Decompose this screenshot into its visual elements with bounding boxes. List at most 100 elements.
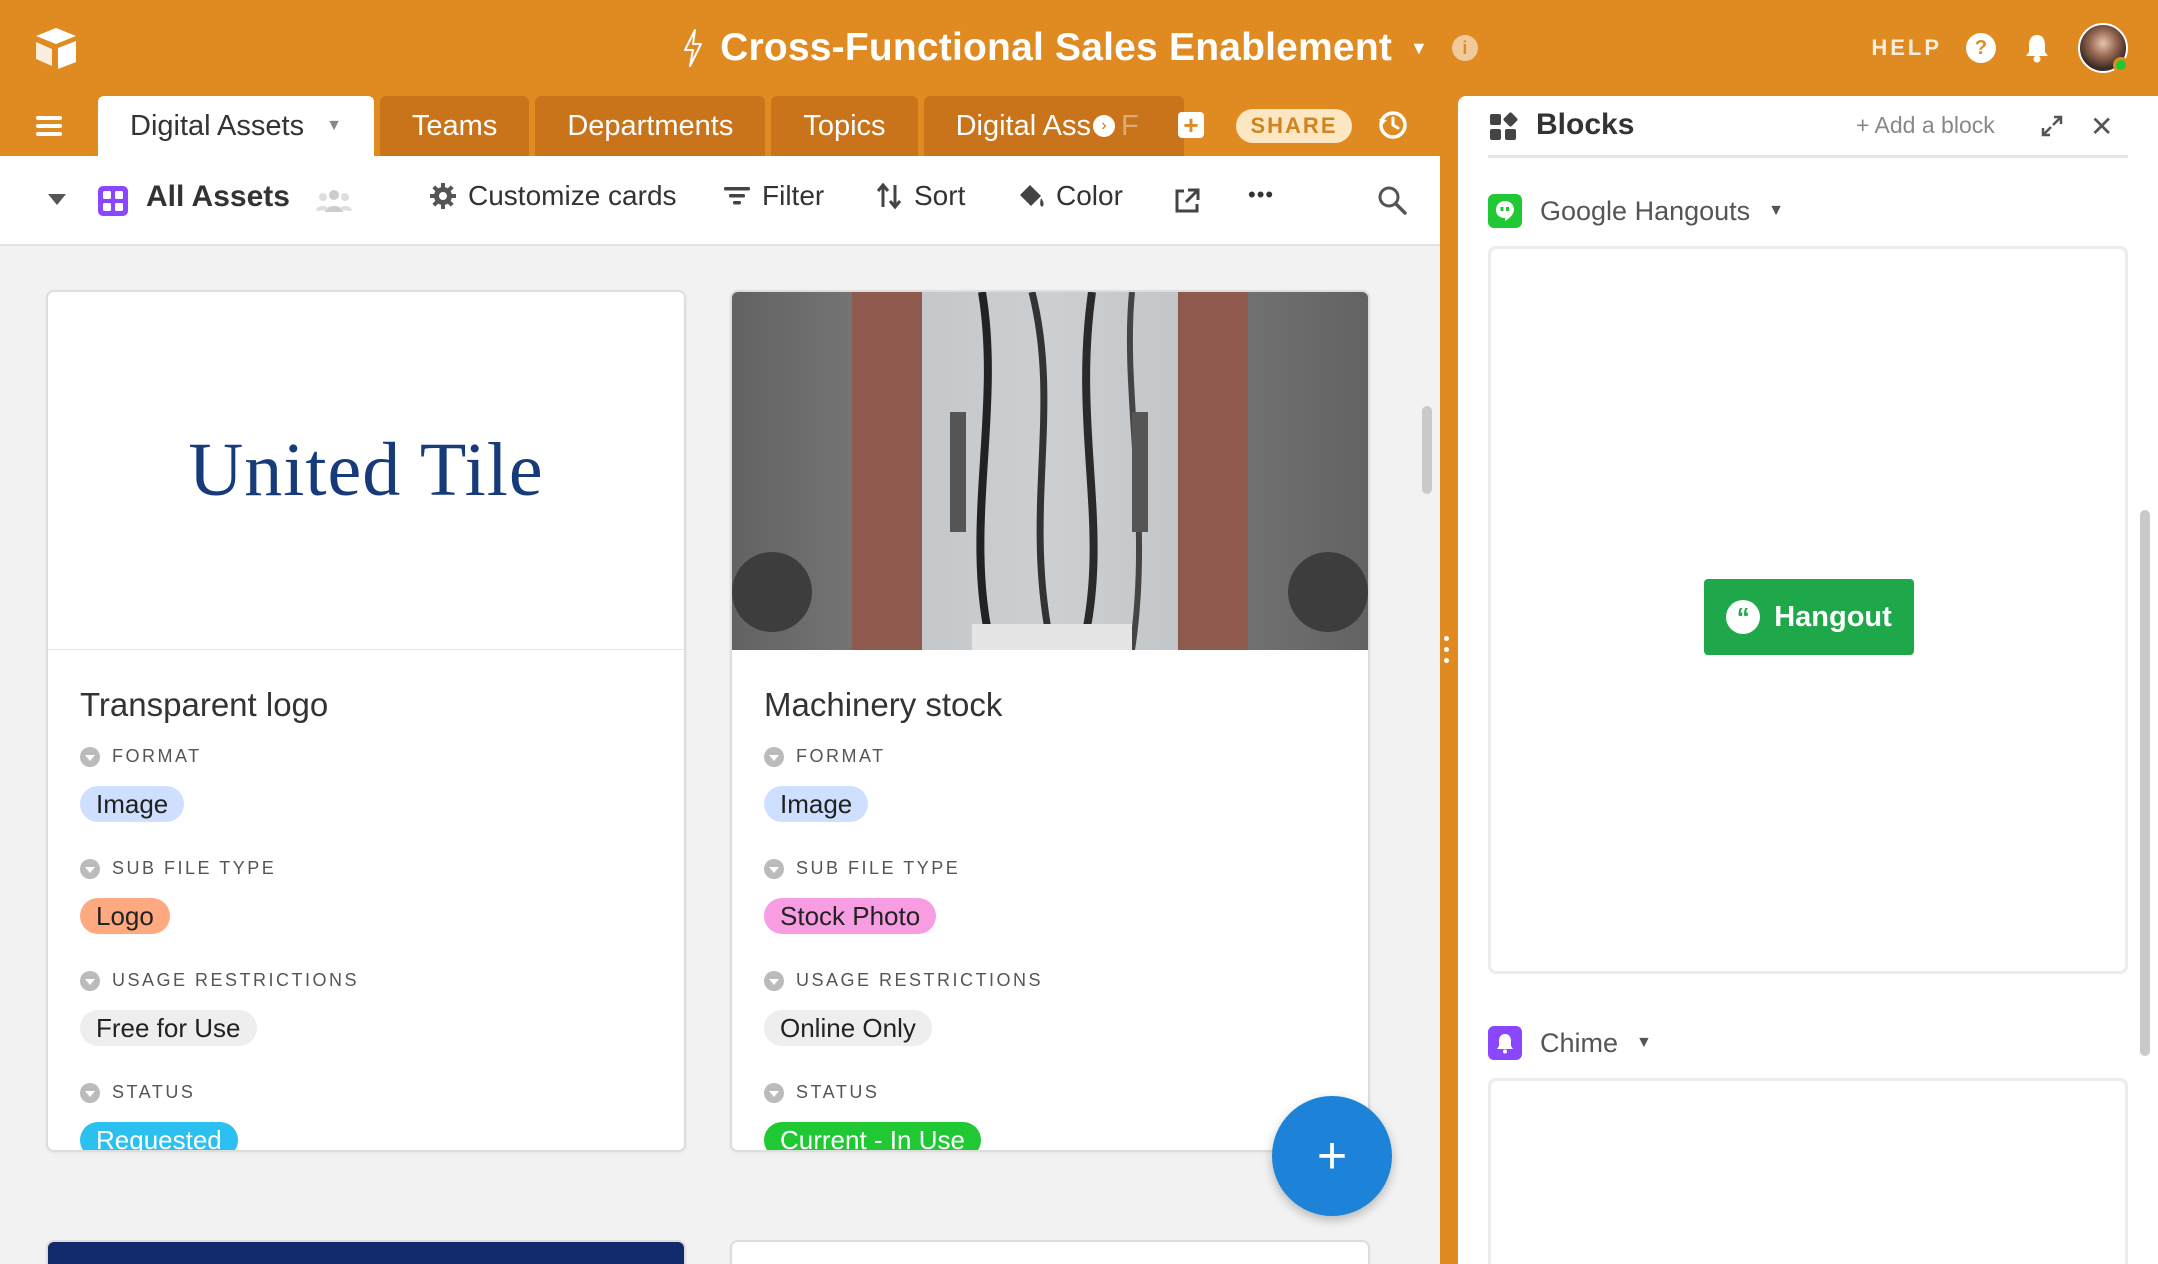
caret-down-icon[interactable] <box>48 194 66 205</box>
card-cover-image <box>732 292 1368 651</box>
card-title: Machinery stock <box>764 686 1003 723</box>
sub-file-type-pill: Logo <box>80 898 170 934</box>
tab-label-overflow: F <box>1120 109 1139 142</box>
history-icon[interactable] <box>1376 108 1410 142</box>
usage-restrictions-pill: Free for Use <box>80 1010 257 1046</box>
help-icon[interactable]: ? <box>1966 33 1996 63</box>
field-label-status: STATUS <box>80 1082 195 1103</box>
block-header-google-hangouts[interactable]: Google Hangouts ▼ <box>1488 194 1784 228</box>
sub-file-type-pill: Stock Photo <box>764 898 937 934</box>
search-icon[interactable] <box>1376 184 1408 216</box>
help-link[interactable]: HELP <box>1871 35 1942 61</box>
sort-label: Sort <box>914 180 966 211</box>
online-status-dot <box>2113 57 2129 73</box>
google-hangouts-block: “ Hangout <box>1488 246 2128 974</box>
chevron-down-icon[interactable]: ▼ <box>1768 202 1784 220</box>
tab-teams[interactable]: Teams <box>379 96 530 156</box>
view-name[interactable]: All Assets <box>146 180 290 214</box>
field-label-text: SUB FILE TYPE <box>112 858 277 878</box>
tab-departments[interactable]: Departments <box>535 96 766 156</box>
expand-icon[interactable] <box>2040 114 2064 138</box>
block-name: Google Hangouts <box>1540 195 1751 226</box>
card-cover-image: United Tile <box>48 292 684 650</box>
field-label-text: FORMAT <box>796 746 886 766</box>
hangout-button[interactable]: “ Hangout <box>1704 579 1914 655</box>
status-pill: Current - In Use <box>764 1122 981 1150</box>
format-pill: Image <box>764 786 869 822</box>
tab-digital-assets-2[interactable]: Digital Ass › F <box>923 96 1184 156</box>
collaborators-icon[interactable] <box>316 186 352 216</box>
field-label-format: FORMAT <box>764 746 886 767</box>
tab-digital-assets[interactable]: Digital Assets ▼ <box>98 96 374 156</box>
color-label: Color <box>1056 180 1123 211</box>
field-label-text: USAGE RESTRICTIONS <box>112 970 360 990</box>
dropdown-field-icon <box>764 970 784 991</box>
usage-restrictions-pill: Online Only <box>764 1010 932 1046</box>
more-options-icon[interactable]: ••• <box>1248 182 1274 208</box>
tab-label: Teams <box>411 109 498 142</box>
dropdown-field-icon <box>80 858 100 879</box>
format-pill: Image <box>80 786 185 822</box>
record-card[interactable] <box>730 1240 1370 1264</box>
paint-bucket-icon <box>1020 185 1044 207</box>
block-header-chime[interactable]: Chime ▼ <box>1488 1026 1652 1060</box>
base-title[interactable]: Cross-Functional Sales Enablement <box>720 26 1392 70</box>
field-label-usage-restrictions: USAGE RESTRICTIONS <box>764 970 1043 991</box>
share-view-icon[interactable] <box>1172 186 1202 216</box>
add-table-icon[interactable]: + <box>1178 110 1204 140</box>
field-label-format: FORMAT <box>80 746 202 767</box>
main-scrollbar[interactable] <box>1422 406 1432 494</box>
bell-icon[interactable] <box>2020 31 2054 65</box>
sort-button[interactable]: Sort <box>874 180 965 212</box>
filter-label: Filter <box>762 180 825 211</box>
chevron-down-icon[interactable]: ▼ <box>1636 1034 1652 1052</box>
main-content: All Assets Customize cards Filter Sort C… <box>0 156 1440 1264</box>
close-icon[interactable]: ✕ <box>2090 110 2113 143</box>
dropdown-field-icon <box>80 1082 100 1103</box>
gear-icon <box>430 183 456 209</box>
customize-cards-label: Customize cards <box>468 180 677 211</box>
record-card[interactable] <box>46 1240 686 1264</box>
tab-label: Digital Assets <box>130 109 305 142</box>
filter-icon <box>724 187 750 205</box>
customize-cards-button[interactable]: Customize cards <box>428 180 677 212</box>
chevron-right-icon[interactable]: › <box>1092 115 1115 137</box>
share-button[interactable]: SHARE <box>1236 109 1352 143</box>
tab-label: Departments <box>567 109 734 142</box>
field-label-text: USAGE RESTRICTIONS <box>796 970 1044 990</box>
info-icon[interactable]: i <box>1451 35 1478 61</box>
field-label-text: SUB FILE TYPE <box>796 858 961 878</box>
field-label-usage-restrictions: USAGE RESTRICTIONS <box>80 970 359 991</box>
panel-scrollbar[interactable] <box>2140 510 2150 1056</box>
chime-block <box>1488 1078 2128 1264</box>
field-label-text: STATUS <box>796 1082 880 1102</box>
blocks-panel-header: Blocks + Add a block ✕ <box>1488 96 2128 158</box>
chevron-down-icon[interactable]: ▼ <box>326 117 342 135</box>
view-toolbar: All Assets Customize cards Filter Sort C… <box>0 156 1440 246</box>
top-bar: Cross-Functional Sales Enablement ▼ i HE… <box>0 0 2158 96</box>
blocks-icon <box>1490 112 1518 140</box>
chevron-down-icon[interactable]: ▼ <box>1410 38 1428 59</box>
blocks-title: Blocks <box>1536 108 1635 141</box>
field-label-sub-file-type: SUB FILE TYPE <box>764 858 960 879</box>
hamburger-menu-icon[interactable] <box>36 112 80 142</box>
record-card[interactable]: Machinery stock FORMAT Image SUB FILE TY… <box>730 290 1370 1152</box>
hangouts-quote-icon: “ <box>1726 600 1761 634</box>
avatar[interactable] <box>2078 23 2129 73</box>
filter-button[interactable]: Filter <box>722 180 824 212</box>
dropdown-field-icon <box>764 858 784 879</box>
chime-icon <box>1488 1026 1522 1060</box>
record-card[interactable]: United Tile Transparent logo FORMAT Imag… <box>46 290 686 1152</box>
tab-label: Digital Ass <box>955 109 1091 142</box>
tab-label: Topics <box>803 109 886 142</box>
add-block-button[interactable]: + Add a block <box>1856 112 1995 139</box>
color-button[interactable]: Color <box>1016 180 1123 212</box>
field-label-status: STATUS <box>764 1082 879 1103</box>
tab-topics[interactable]: Topics <box>771 96 918 156</box>
block-name: Chime <box>1540 1027 1619 1058</box>
dropdown-field-icon <box>80 746 100 767</box>
base-title-area[interactable]: Cross-Functional Sales Enablement ▼ i <box>0 22 2158 74</box>
add-record-button[interactable]: + <box>1272 1096 1392 1216</box>
panel-resize-handle[interactable] <box>1444 636 1450 676</box>
dropdown-field-icon <box>764 1082 784 1103</box>
